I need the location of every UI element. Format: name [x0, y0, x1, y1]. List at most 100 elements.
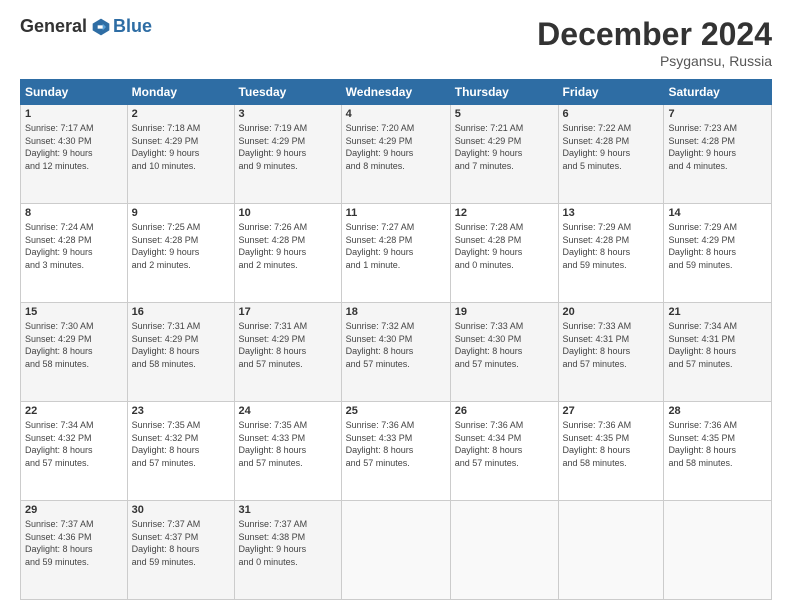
day-number: 26 [455, 405, 554, 417]
day-number: 6 [563, 108, 660, 120]
title-area: December 2024 Psygansu, Russia [537, 16, 772, 69]
table-cell: 21Sunrise: 7:34 AM Sunset: 4:31 PM Dayli… [664, 303, 772, 402]
day-info: Sunrise: 7:37 AM Sunset: 4:36 PM Dayligh… [25, 518, 123, 568]
logo: General Blue [20, 16, 152, 37]
day-number: 24 [239, 405, 337, 417]
table-cell: 28 Sunrise: 7:36 AM Sunset: 4:35 PM Dayli… [664, 402, 772, 501]
day-number: 9 [132, 207, 230, 219]
day-number: 5 [455, 108, 554, 120]
day-info: Sunrise: 7:18 AM Sunset: 4:29 PM Dayligh… [132, 122, 230, 172]
day-number: 19 [455, 306, 554, 318]
table-cell: 13 Sunrise: 7:29 AM Sunset: 4:28 PM Dayli… [558, 204, 664, 303]
table-cell: 12Sunrise: 7:28 AM Sunset: 4:28 PM Dayli… [450, 204, 558, 303]
day-info: Sunrise: 7:20 AM Sunset: 4:29 PM Dayligh… [346, 122, 446, 172]
table-cell [450, 501, 558, 600]
table-cell [558, 501, 664, 600]
day-info: Sunrise: 7:24 AM Sunset: 4:28 PM Dayligh… [25, 221, 123, 271]
header-friday: Friday [558, 80, 664, 105]
day-number: 30 [132, 504, 230, 516]
header-monday: Monday [127, 80, 234, 105]
header-wednesday: Wednesday [341, 80, 450, 105]
weekday-header-row: Sunday Monday Tuesday Wednesday Thursday… [21, 80, 772, 105]
day-info: Sunrise: 7:37 AM Sunset: 4:38 PM Dayligh… [239, 518, 337, 568]
table-cell: 20 Sunrise: 7:33 AM Sunset: 4:31 PM Dayli… [558, 303, 664, 402]
table-cell: 19 Sunrise: 7:33 AM Sunset: 4:30 PM Dayli… [450, 303, 558, 402]
table-cell: 16 Sunrise: 7:31 AM Sunset: 4:29 PM Dayli… [127, 303, 234, 402]
day-info: Sunrise: 7:29 AM Sunset: 4:28 PM Dayligh… [563, 221, 660, 271]
day-number: 23 [132, 405, 230, 417]
day-info: Sunrise: 7:35 AM Sunset: 4:33 PM Dayligh… [239, 419, 337, 469]
day-number: 27 [563, 405, 660, 417]
table-cell: 6 Sunrise: 7:22 AM Sunset: 4:28 PM Daylig… [558, 105, 664, 204]
table-cell: 30Sunrise: 7:37 AM Sunset: 4:37 PM Dayli… [127, 501, 234, 600]
day-number: 2 [132, 108, 230, 120]
day-number: 13 [563, 207, 660, 219]
day-info: Sunrise: 7:27 AM Sunset: 4:28 PM Dayligh… [346, 221, 446, 271]
day-info: Sunrise: 7:36 AM Sunset: 4:33 PM Dayligh… [346, 419, 446, 469]
table-cell: 22Sunrise: 7:34 AM Sunset: 4:32 PM Dayli… [21, 402, 128, 501]
day-info: Sunrise: 7:31 AM Sunset: 4:29 PM Dayligh… [132, 320, 230, 370]
day-info: Sunrise: 7:33 AM Sunset: 4:30 PM Dayligh… [455, 320, 554, 370]
day-info: Sunrise: 7:34 AM Sunset: 4:32 PM Dayligh… [25, 419, 123, 469]
day-number: 20 [563, 306, 660, 318]
header-tuesday: Tuesday [234, 80, 341, 105]
table-cell: 10Sunrise: 7:26 AM Sunset: 4:28 PM Dayli… [234, 204, 341, 303]
table-cell: 15 Sunrise: 7:30 AM Sunset: 4:29 PM Dayli… [21, 303, 128, 402]
day-info: Sunrise: 7:33 AM Sunset: 4:31 PM Dayligh… [563, 320, 660, 370]
table-cell: 17Sunrise: 7:31 AM Sunset: 4:29 PM Dayli… [234, 303, 341, 402]
day-number: 25 [346, 405, 446, 417]
day-number: 7 [668, 108, 767, 120]
day-number: 31 [239, 504, 337, 516]
day-info: Sunrise: 7:23 AM Sunset: 4:28 PM Dayligh… [668, 122, 767, 172]
location: Psygansu, Russia [537, 53, 772, 69]
table-cell: 14Sunrise: 7:29 AM Sunset: 4:29 PM Dayli… [664, 204, 772, 303]
day-info: Sunrise: 7:17 AM Sunset: 4:30 PM Dayligh… [25, 122, 123, 172]
table-cell: 26Sunrise: 7:36 AM Sunset: 4:34 PM Dayli… [450, 402, 558, 501]
table-cell: 27 Sunrise: 7:36 AM Sunset: 4:35 PM Dayli… [558, 402, 664, 501]
table-cell: 29Sunrise: 7:37 AM Sunset: 4:36 PM Dayli… [21, 501, 128, 600]
week-row-3: 15 Sunrise: 7:30 AM Sunset: 4:29 PM Dayli… [21, 303, 772, 402]
page: General Blue December 2024 Psygansu, Rus… [0, 0, 792, 612]
month-title: December 2024 [537, 16, 772, 53]
table-cell: 5 Sunrise: 7:21 AM Sunset: 4:29 PM Daylig… [450, 105, 558, 204]
week-row-1: 1 Sunrise: 7:17 AM Sunset: 4:30 PM Daylig… [21, 105, 772, 204]
day-number: 1 [25, 108, 123, 120]
table-cell: 25 Sunrise: 7:36 AM Sunset: 4:33 PM Dayli… [341, 402, 450, 501]
day-number: 3 [239, 108, 337, 120]
logo-blue-text: Blue [113, 16, 152, 37]
day-number: 16 [132, 306, 230, 318]
week-row-2: 8 Sunrise: 7:24 AM Sunset: 4:28 PM Daylig… [21, 204, 772, 303]
day-info: Sunrise: 7:21 AM Sunset: 4:29 PM Dayligh… [455, 122, 554, 172]
table-cell: 8 Sunrise: 7:24 AM Sunset: 4:28 PM Daylig… [21, 204, 128, 303]
day-info: Sunrise: 7:31 AM Sunset: 4:29 PM Dayligh… [239, 320, 337, 370]
day-number: 8 [25, 207, 123, 219]
day-info: Sunrise: 7:25 AM Sunset: 4:28 PM Dayligh… [132, 221, 230, 271]
table-cell [664, 501, 772, 600]
table-cell: 4 Sunrise: 7:20 AM Sunset: 4:29 PM Daylig… [341, 105, 450, 204]
table-cell: 1 Sunrise: 7:17 AM Sunset: 4:30 PM Daylig… [21, 105, 128, 204]
week-row-4: 22Sunrise: 7:34 AM Sunset: 4:32 PM Dayli… [21, 402, 772, 501]
day-number: 18 [346, 306, 446, 318]
logo-icon [91, 17, 111, 37]
table-cell [341, 501, 450, 600]
day-number: 28 [668, 405, 767, 417]
day-info: Sunrise: 7:36 AM Sunset: 4:35 PM Dayligh… [563, 419, 660, 469]
table-cell: 31 Sunrise: 7:37 AM Sunset: 4:38 PM Dayli… [234, 501, 341, 600]
table-cell: 9 Sunrise: 7:25 AM Sunset: 4:28 PM Daylig… [127, 204, 234, 303]
day-info: Sunrise: 7:36 AM Sunset: 4:35 PM Dayligh… [668, 419, 767, 469]
table-cell: 3 Sunrise: 7:19 AM Sunset: 4:29 PM Daylig… [234, 105, 341, 204]
header-saturday: Saturday [664, 80, 772, 105]
day-info: Sunrise: 7:22 AM Sunset: 4:28 PM Dayligh… [563, 122, 660, 172]
day-number: 11 [346, 207, 446, 219]
day-info: Sunrise: 7:19 AM Sunset: 4:29 PM Dayligh… [239, 122, 337, 172]
day-number: 14 [668, 207, 767, 219]
day-number: 12 [455, 207, 554, 219]
day-number: 4 [346, 108, 446, 120]
day-number: 15 [25, 306, 123, 318]
logo-general-text: General [20, 16, 87, 37]
table-cell: 7 Sunrise: 7:23 AM Sunset: 4:28 PM Daylig… [664, 105, 772, 204]
day-info: Sunrise: 7:30 AM Sunset: 4:29 PM Dayligh… [25, 320, 123, 370]
day-info: Sunrise: 7:34 AM Sunset: 4:31 PM Dayligh… [668, 320, 767, 370]
table-cell: 2 Sunrise: 7:18 AM Sunset: 4:29 PM Daylig… [127, 105, 234, 204]
table-cell: 11 Sunrise: 7:27 AM Sunset: 4:28 PM Dayli… [341, 204, 450, 303]
